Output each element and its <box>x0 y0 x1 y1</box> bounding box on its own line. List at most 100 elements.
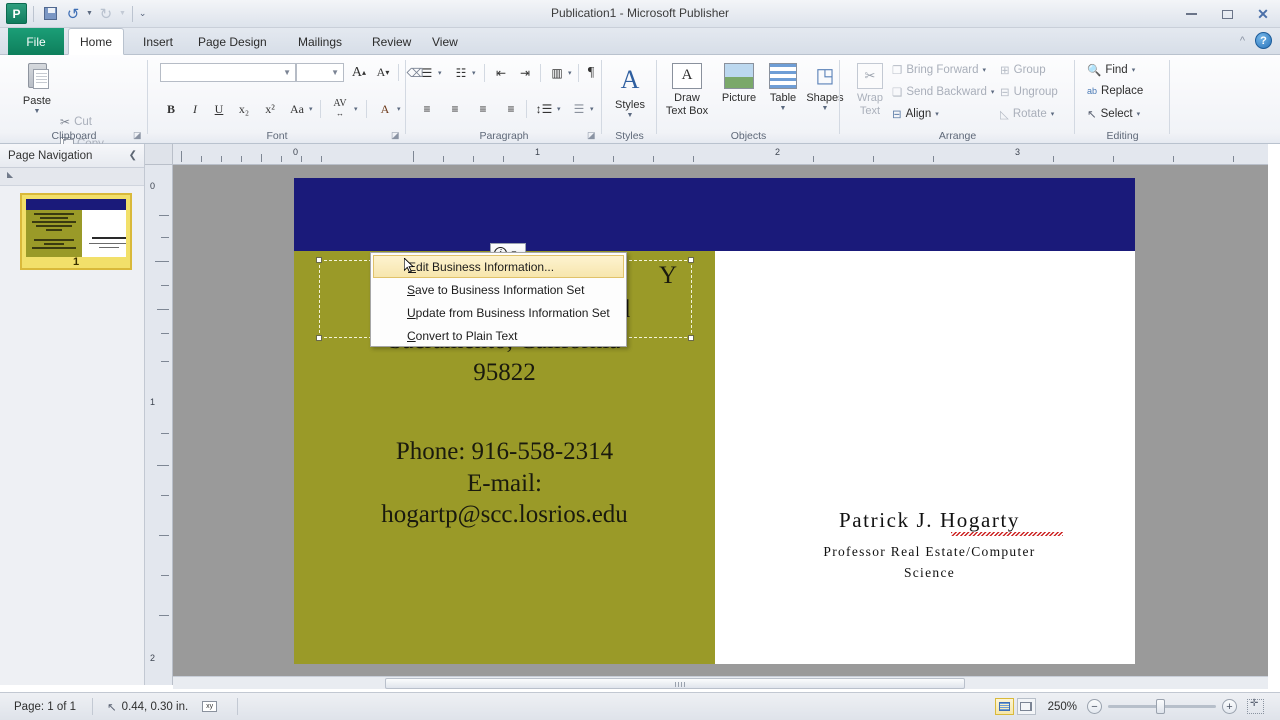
change-case-button[interactable]: Aa <box>284 99 310 119</box>
tab-file[interactable]: File <box>8 28 64 55</box>
page-thumbnail-1[interactable]: 1 <box>20 193 132 270</box>
ungroup-button[interactable]: ⊟ Ungroup <box>1000 85 1058 99</box>
zoom-slider-thumb[interactable] <box>1156 699 1165 714</box>
tab-mailings[interactable]: Mailings <box>285 28 355 55</box>
page-indicator[interactable]: Page: 1 of 1 <box>14 701 76 713</box>
bullets-dropdown-icon[interactable]: ▾ <box>438 69 442 77</box>
show-formatting-marks-button[interactable]: ¶ <box>582 63 600 83</box>
shapes-dropdown-icon[interactable]: ▼ <box>822 105 829 113</box>
select-button[interactable]: ↖ Select ▾ <box>1087 107 1140 121</box>
paragraph-dialog-launcher[interactable]: ◪ <box>587 130 598 141</box>
font-name-input[interactable]: ▼ <box>160 63 296 82</box>
vertical-ruler[interactable]: 0 1 2 <box>145 165 173 685</box>
font-dialog-launcher[interactable]: ◪ <box>391 130 402 141</box>
character-spacing-button[interactable]: AV ↔ <box>326 97 354 119</box>
picture-button[interactable]: Picture <box>715 63 763 105</box>
tab-page-design[interactable]: Page Design <box>185 28 280 55</box>
bring-forward-dropdown-icon[interactable]: ▾ <box>983 66 987 74</box>
fit-page-button[interactable] <box>1247 698 1264 714</box>
menu-item-save-to-business-information-set[interactable]: Save to Business Information Set <box>371 278 626 301</box>
menu-item-update-from-business-information-set[interactable]: Update from Business Information Set <box>371 301 626 324</box>
menu-item-convert-to-plain-text[interactable]: Convert to Plain Text <box>371 324 626 347</box>
tab-view[interactable]: View <box>419 28 471 55</box>
cut-button[interactable]: ✂ Cut <box>60 115 92 129</box>
align-button[interactable]: ⊟ Align ▾ <box>892 107 939 121</box>
subscript-button[interactable]: x₂ <box>232 99 256 119</box>
table-dropdown-icon[interactable]: ▼ <box>780 105 787 113</box>
zoom-slider[interactable] <box>1108 699 1216 714</box>
align-center-button[interactable]: ≡ <box>444 99 466 119</box>
send-backward-dropdown-icon[interactable]: ▾ <box>991 88 995 96</box>
collapse-ribbon-icon[interactable]: ^ <box>1240 35 1245 47</box>
tab-review[interactable]: Review <box>359 28 424 55</box>
align-dropdown-icon[interactable]: ▾ <box>935 110 939 118</box>
numbering-dropdown-icon[interactable]: ▾ <box>472 69 476 77</box>
grow-font-button[interactable]: A ▴ <box>348 63 370 82</box>
maximize-button[interactable] <box>1216 6 1238 22</box>
font-color-button[interactable]: A <box>374 99 396 119</box>
justify-button[interactable]: ≡ <box>500 99 522 119</box>
line-spacing-button[interactable]: ↕☰ <box>532 99 556 119</box>
horizontal-ruler[interactable]: 0 1 2 3 <box>173 144 1268 165</box>
line-spacing-dropdown-icon[interactable]: ▾ <box>557 105 561 113</box>
zoom-out-button[interactable]: − <box>1087 699 1102 714</box>
picture-icon <box>724 63 754 89</box>
business-card[interactable]: Y 3835 Freeport Boulevard Sacramento, Ca… <box>294 178 1135 664</box>
columns-button[interactable]: ▥ <box>546 63 568 83</box>
minimize-button[interactable] <box>1180 6 1202 22</box>
bold-button[interactable]: B <box>160 99 182 119</box>
italic-button[interactable]: I <box>184 99 206 119</box>
document-canvas[interactable]: Y 3835 Freeport Boulevard Sacramento, Ca… <box>173 165 1268 685</box>
paste-icon <box>24 63 51 92</box>
superscript-button[interactable]: x² <box>258 99 282 119</box>
group-button[interactable]: ⊞ Group <box>1000 63 1046 77</box>
single-page-view-button[interactable] <box>994 698 1014 715</box>
find-dropdown-icon[interactable]: ▾ <box>1132 66 1136 74</box>
chevron-down-icon[interactable]: ▼ <box>283 68 291 77</box>
styles-button[interactable]: A Styles ▼ <box>610 65 650 120</box>
paste-button[interactable]: Paste ▼ <box>14 63 60 116</box>
two-page-spread-view-button[interactable] <box>1016 698 1036 715</box>
font-size-input[interactable]: ▼ <box>296 63 344 82</box>
increase-indent-button[interactable]: ⇥ <box>514 63 536 83</box>
horizontal-scrollbar-thumb[interactable] <box>385 678 965 689</box>
chevron-left-icon[interactable]: ❮ <box>129 150 137 161</box>
replace-button[interactable]: ab Replace <box>1087 85 1143 97</box>
decrease-indent-button[interactable]: ⇤ <box>490 63 512 83</box>
clipboard-dialog-launcher[interactable]: ◪ <box>133 130 144 141</box>
change-case-dropdown-icon[interactable]: ▾ <box>309 105 313 113</box>
character-spacing-dropdown-icon[interactable]: ▾ <box>354 105 358 113</box>
font-color-dropdown-icon[interactable]: ▾ <box>397 105 401 113</box>
select-dropdown-icon[interactable]: ▾ <box>1137 110 1141 118</box>
send-backward-button[interactable]: ❏ Send Backward ▾ <box>892 85 994 99</box>
chevron-down-icon[interactable]: ▼ <box>331 68 339 77</box>
bullets-button[interactable]: ☰ <box>416 63 438 83</box>
card-right-text[interactable]: Patrick J. Hogarty Professor Real Estate… <box>724 508 1135 584</box>
align-left-button[interactable]: ≡ <box>416 99 438 119</box>
tab-home[interactable]: Home <box>68 28 124 55</box>
zoom-level[interactable]: 250% <box>1048 701 1077 713</box>
zoom-in-button[interactable]: + <box>1222 699 1237 714</box>
rotate-dropdown-icon[interactable]: ▾ <box>1051 110 1055 118</box>
numbering-button[interactable]: ☷ <box>450 63 472 83</box>
underline-button[interactable]: U <box>208 99 230 119</box>
bring-forward-button[interactable]: ❐ Bring Forward ▾ <box>892 63 986 77</box>
columns-dropdown-icon[interactable]: ▾ <box>568 69 572 77</box>
find-button[interactable]: 🔍 Find ▾ <box>1087 63 1135 77</box>
styles-dropdown-icon[interactable]: ▼ <box>627 112 634 120</box>
ruler-corner[interactable] <box>145 144 173 165</box>
paste-dropdown-icon[interactable]: ▼ <box>34 108 41 116</box>
horizontal-scrollbar[interactable] <box>173 676 1268 689</box>
paragraph-spacing-button[interactable]: ☰ <box>568 99 590 119</box>
wrap-text-button[interactable]: ✂ Wrap Text <box>848 63 892 117</box>
paragraph-spacing-dropdown-icon[interactable]: ▾ <box>590 105 594 113</box>
close-button[interactable]: ✕ <box>1252 6 1274 22</box>
draw-text-box-button[interactable]: A Draw Text Box <box>661 63 713 117</box>
table-button[interactable]: Table ▼ <box>763 63 803 113</box>
align-right-button[interactable]: ≡ <box>472 99 494 119</box>
tab-insert[interactable]: Insert <box>130 28 186 55</box>
rotate-button[interactable]: ◺ Rotate ▾ <box>1000 107 1054 121</box>
single-page-icon <box>998 702 1010 711</box>
help-icon[interactable]: ? <box>1255 32 1272 49</box>
shrink-font-button[interactable]: A ▾ <box>372 63 394 82</box>
